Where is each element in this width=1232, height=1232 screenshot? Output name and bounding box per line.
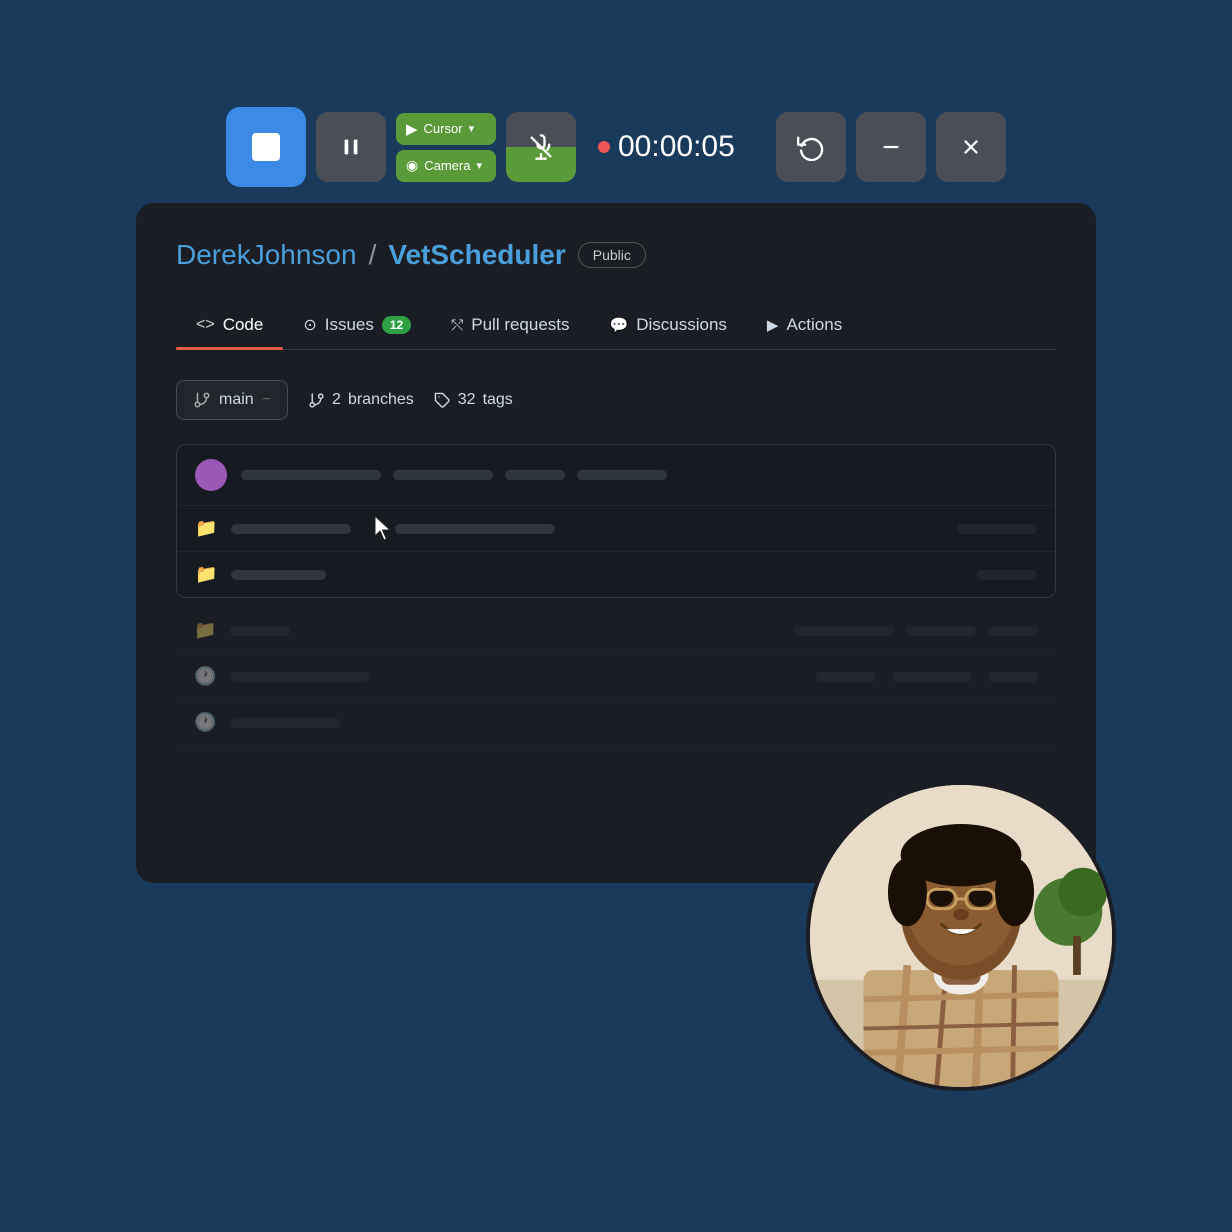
recording-dot <box>598 141 610 153</box>
commit-msg-1 <box>241 470 381 480</box>
pr-icon: ⤲ <box>451 317 463 334</box>
visibility-badge: Public <box>578 242 646 268</box>
faded-row-3: 🕐 <box>176 700 1056 746</box>
faded-clock-icon-2: 🕐 <box>194 712 216 733</box>
mic-slash-icon <box>527 133 555 161</box>
person-illustration <box>810 785 1112 1087</box>
file-date-2 <box>977 570 1037 580</box>
close-button[interactable] <box>936 112 1006 182</box>
person-photo <box>810 785 1112 1087</box>
file-list: 📁 📁 <box>176 444 1056 598</box>
repo-name[interactable]: VetScheduler <box>388 239 565 271</box>
faded-file-rows: 📁 🕐 🕐 <box>176 608 1056 746</box>
code-icon: <> <box>196 316 215 334</box>
tab-code[interactable]: <> Code <box>176 301 283 349</box>
tab-issues[interactable]: ⊙ Issues 12 <box>283 301 431 349</box>
tab-pr-label: Pull requests <box>471 315 569 335</box>
cursor-chevron-icon: ▾ <box>469 122 475 135</box>
branch-selector[interactable]: main − <box>176 380 288 420</box>
folder-icon: 📁 <box>195 518 217 539</box>
mic-slash-button[interactable] <box>506 112 576 182</box>
timer-display: 00:00:05 <box>586 130 766 164</box>
commit-avatar <box>195 459 227 491</box>
faded-row-1: 📁 <box>176 608 1056 654</box>
cursor-icon: ▶ <box>406 120 418 138</box>
tab-discussions-label: Discussions <box>636 315 727 335</box>
faded-name-2 <box>230 672 370 682</box>
tab-actions[interactable]: ▶ Actions <box>747 301 862 349</box>
tab-issues-label: Issues <box>325 315 374 335</box>
cursor-label: Cursor <box>424 121 463 136</box>
actions-icon: ▶ <box>767 316 779 334</box>
camera-chevron-icon: ▾ <box>476 159 482 172</box>
minimize-button[interactable] <box>856 112 926 182</box>
reset-button[interactable] <box>776 112 846 182</box>
file-date-1 <box>957 524 1037 534</box>
branches-link[interactable]: 2 branches <box>308 391 414 409</box>
commit-msg-4 <box>577 470 667 480</box>
recording-toolbar: ▶ Cursor ▾ ◉ Camera ▾ <box>206 91 1026 203</box>
commit-msg-3 <box>505 470 565 480</box>
timer-value: 00:00:05 <box>618 130 735 164</box>
tags-link[interactable]: 32 tags <box>434 391 513 409</box>
tab-code-label: Code <box>223 315 264 335</box>
repo-owner[interactable]: DerekJohnson <box>176 239 357 271</box>
camera-icon: ◉ <box>406 157 418 174</box>
repo-separator: / <box>369 239 377 271</box>
cursor-button[interactable]: ▶ Cursor ▾ <box>396 113 496 145</box>
file-name-2 <box>231 570 326 580</box>
branches-label: branches <box>348 391 414 409</box>
faded-clock-icon: 🕐 <box>194 666 216 687</box>
faded-row-2: 🕐 <box>176 654 1056 700</box>
repo-header: DerekJohnson / VetScheduler Public <box>176 239 1056 271</box>
discussions-icon: 💬 <box>610 316 629 334</box>
camera-button[interactable]: ◉ Camera ▾ <box>396 150 496 182</box>
branch-icon <box>193 391 211 409</box>
stop-button[interactable] <box>226 107 306 187</box>
commit-msg-2 <box>393 470 493 480</box>
tab-navigation: <> Code ⊙ Issues 12 ⤲ Pull requests 💬 Di… <box>176 301 1056 350</box>
commit-message-placeholder <box>241 470 1037 480</box>
tab-pull-requests[interactable]: ⤲ Pull requests <box>431 301 589 349</box>
current-branch-label: main <box>219 391 254 409</box>
branch-dash: − <box>262 391 271 409</box>
faded-name-1 <box>230 626 290 636</box>
branch-bar: main − 2 branches 32 tags <box>176 380 1056 420</box>
tab-discussions[interactable]: 💬 Discussions <box>590 301 747 349</box>
issues-badge: 12 <box>382 316 411 334</box>
video-call-avatar <box>806 781 1116 1091</box>
faded-folder-icon-1: 📁 <box>194 620 216 641</box>
close-icon <box>960 136 982 158</box>
branches-icon <box>308 392 325 409</box>
tag-icon <box>434 392 451 409</box>
tab-actions-label: Actions <box>786 315 842 335</box>
issues-icon: ⊙ <box>303 315 316 335</box>
tags-label: tags <box>483 391 513 409</box>
stop-icon <box>252 133 280 161</box>
pause-icon <box>340 136 362 158</box>
cursor-camera-group: ▶ Cursor ▾ ◉ Camera ▾ <box>396 113 496 182</box>
faded-name-3 <box>230 718 340 728</box>
branches-count: 2 <box>332 391 341 409</box>
pause-button[interactable] <box>316 112 386 182</box>
tags-count: 32 <box>458 391 476 409</box>
file-name-1 <box>231 524 351 534</box>
file-desc-1 <box>395 524 555 534</box>
minimize-icon <box>880 136 902 158</box>
file-row[interactable]: 📁 <box>177 506 1055 552</box>
file-row[interactable]: 📁 <box>177 552 1055 597</box>
reset-icon <box>797 133 825 161</box>
folder-icon: 📁 <box>195 564 217 585</box>
commit-row[interactable] <box>177 445 1055 506</box>
camera-label: Camera <box>424 158 470 173</box>
